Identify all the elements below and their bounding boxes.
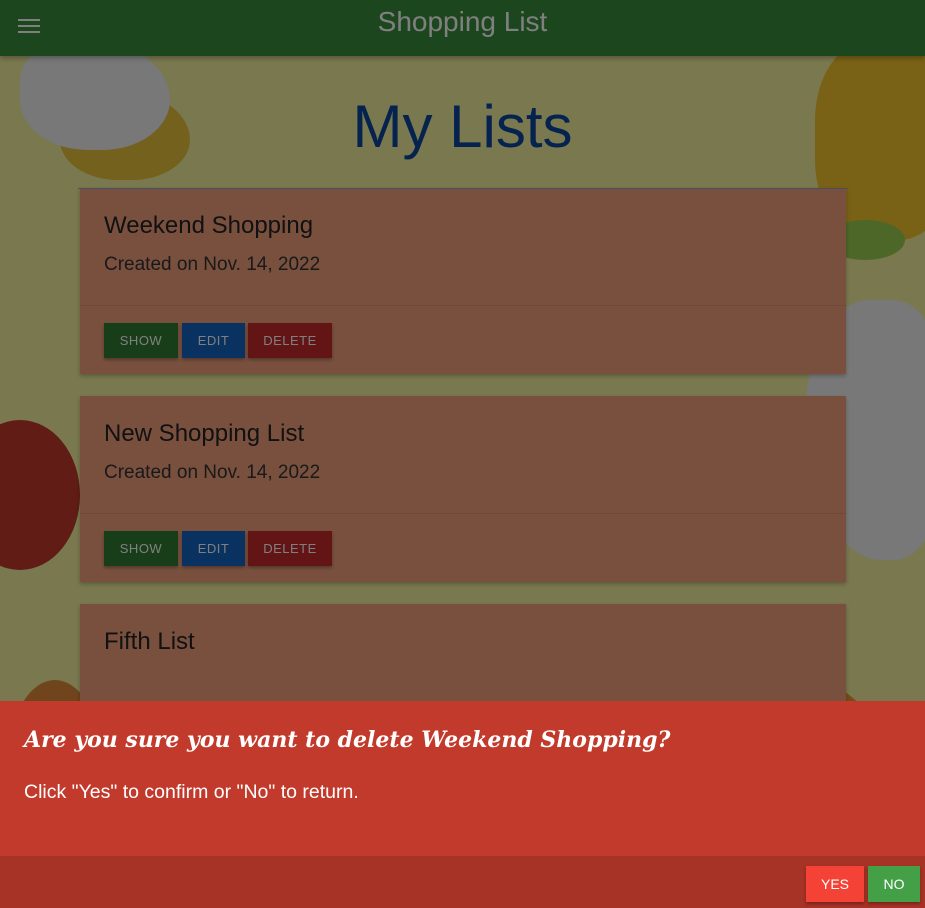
- modal-footer: YES NO: [0, 856, 925, 908]
- delete-confirm-modal: Are you sure you want to delete Weekend …: [0, 701, 925, 908]
- modal-heading: Are you sure you want to delete Weekend …: [24, 727, 671, 753]
- yes-button[interactable]: YES: [806, 866, 864, 902]
- modal-message: Click "Yes" to confirm or "No" to return…: [24, 781, 359, 803]
- no-button[interactable]: NO: [868, 866, 920, 902]
